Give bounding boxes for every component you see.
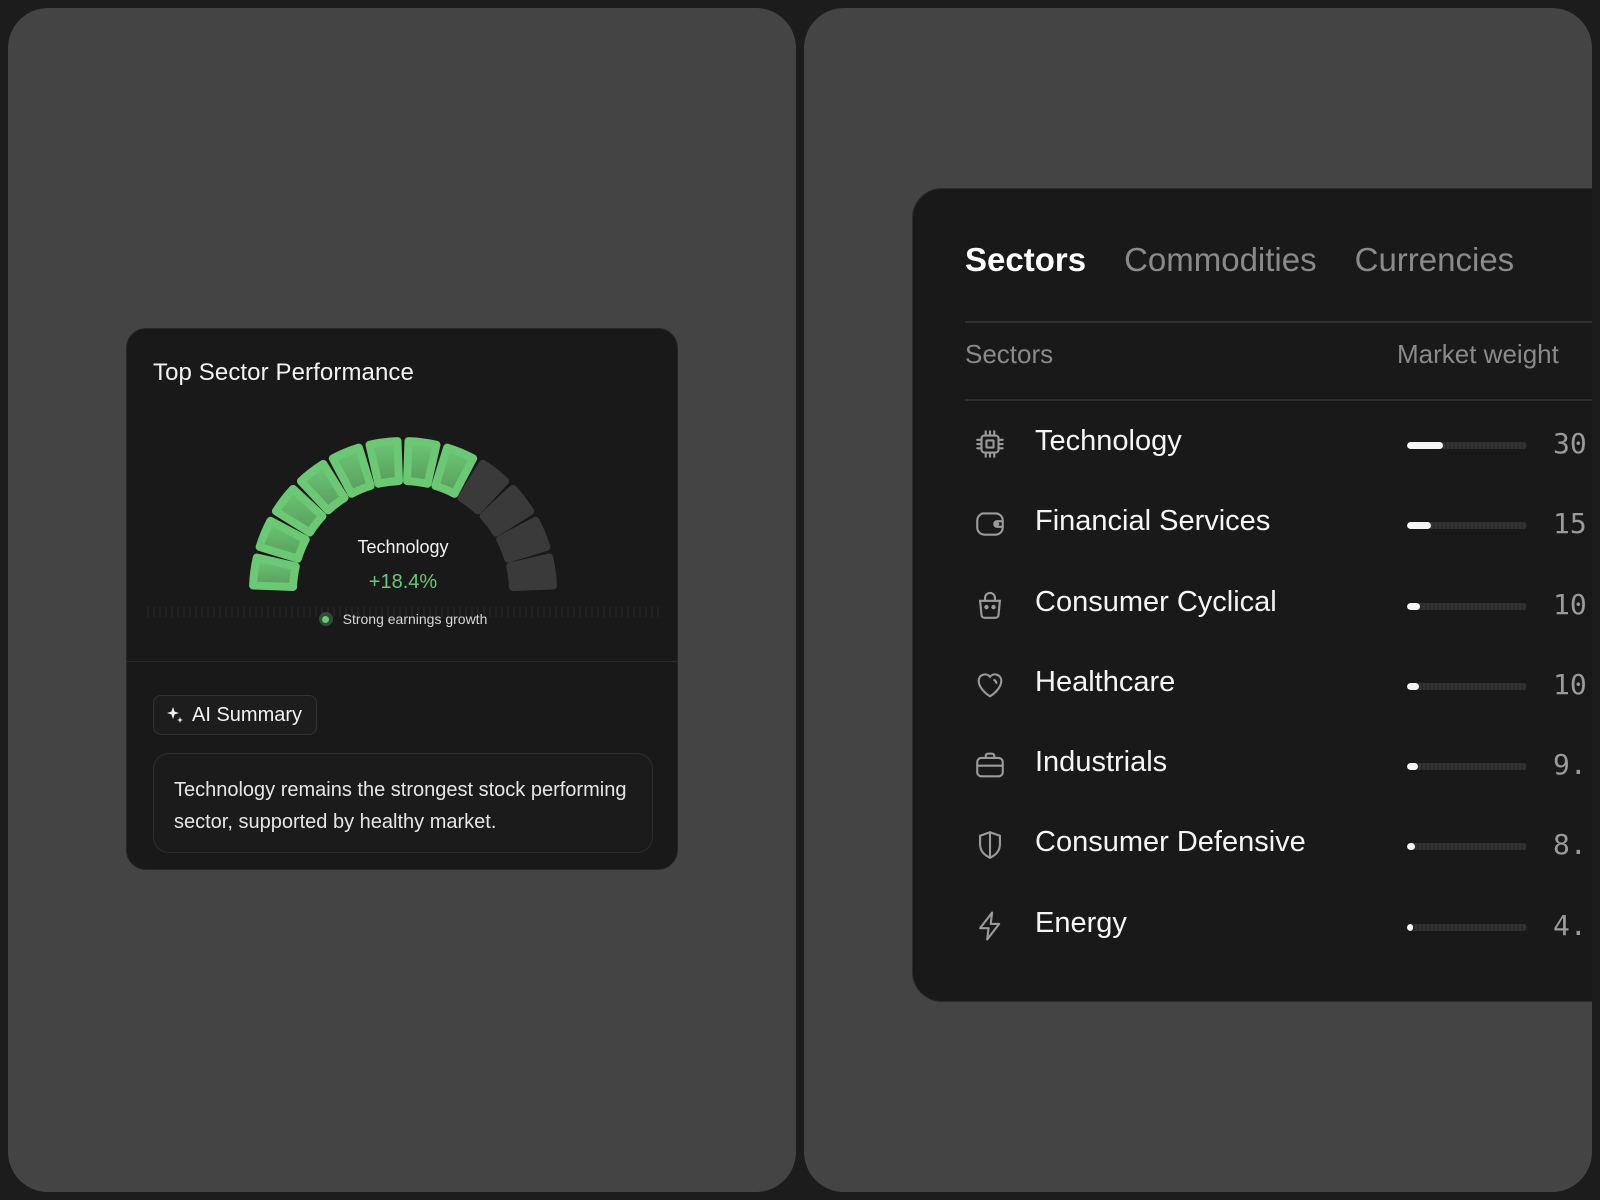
ai-summary-text: Technology remains the strongest stock p… bbox=[153, 753, 653, 853]
weight-bar-fill bbox=[1407, 843, 1416, 851]
wallet-icon bbox=[973, 507, 1007, 541]
sector-name: Financial Services bbox=[1035, 505, 1271, 538]
sector-row-technology[interactable]: Technology 30 bbox=[965, 417, 1592, 497]
column-header-sectors[interactable]: Sectors bbox=[965, 339, 1053, 370]
status-dot-icon bbox=[318, 612, 333, 626]
weight-value: 9. bbox=[1553, 748, 1587, 782]
sector-name: Consumer Cyclical bbox=[1035, 585, 1277, 618]
sector-name: Technology bbox=[1035, 425, 1182, 457]
weight-bar bbox=[1407, 923, 1527, 931]
right-panel: Sectors Commodities Currencies Sectors M… bbox=[804, 8, 1592, 1192]
weight-bar-fill bbox=[1407, 923, 1413, 931]
sector-row-financial-services[interactable]: Financial Services 15 bbox=[965, 497, 1592, 577]
gauge-change-value: +18.4% bbox=[368, 571, 438, 593]
weight-bar bbox=[1407, 682, 1527, 690]
tabs-divider bbox=[965, 321, 1592, 323]
header-divider bbox=[965, 399, 1592, 401]
tab-currencies[interactable]: Currencies bbox=[1355, 241, 1515, 279]
sector-list: Technology 30 Financial Services 15 Cons… bbox=[965, 417, 1592, 979]
card-title: Top Sector Performance bbox=[153, 359, 414, 386]
weight-value: 10 bbox=[1553, 587, 1587, 621]
sector-name: Healthcare bbox=[1035, 665, 1176, 698]
shield-icon bbox=[973, 828, 1007, 862]
weight-bar bbox=[1407, 763, 1527, 771]
weight-value: 15 bbox=[1553, 507, 1587, 541]
weight-bar bbox=[1407, 843, 1527, 851]
weight-value: 8. bbox=[1553, 828, 1587, 862]
sector-name: Energy bbox=[1035, 906, 1127, 939]
column-header-market-weight[interactable]: Market weight bbox=[1397, 339, 1559, 370]
sector-row-consumer-cyclical[interactable]: Consumer Cyclical 10 bbox=[965, 578, 1592, 658]
weight-bar-fill bbox=[1407, 763, 1418, 771]
sector-row-energy[interactable]: Energy 4. bbox=[965, 899, 1592, 979]
left-panel: Technology +18.4% Strong earnings growth… bbox=[8, 8, 796, 1192]
heart-icon bbox=[973, 668, 1007, 702]
top-sector-performance-card: Technology +18.4% Strong earnings growth… bbox=[126, 328, 678, 870]
tab-bar: Sectors Commodities Currencies bbox=[965, 241, 1514, 279]
lightning-icon bbox=[973, 909, 1007, 943]
weight-bar-fill bbox=[1407, 682, 1419, 690]
weight-bar-fill bbox=[1407, 522, 1431, 530]
gauge-note: Strong earnings growth bbox=[127, 611, 677, 627]
weight-bar-fill bbox=[1407, 442, 1443, 449]
weight-bar bbox=[1407, 442, 1527, 449]
sector-row-industrials[interactable]: Industrials 9. bbox=[965, 738, 1592, 818]
market-overview-card: Sectors Commodities Currencies Sectors M… bbox=[912, 188, 1592, 1002]
weight-bar bbox=[1407, 522, 1527, 530]
sector-row-healthcare[interactable]: Healthcare 10 bbox=[965, 658, 1592, 738]
sector-row-consumer-defensive[interactable]: Consumer Defensive 8. bbox=[965, 818, 1592, 898]
ai-summary-button[interactable]: AI Summary bbox=[153, 695, 318, 735]
sector-name: Consumer Defensive bbox=[1035, 826, 1306, 859]
tab-sectors[interactable]: Sectors bbox=[965, 241, 1086, 279]
gauge-segment bbox=[365, 437, 403, 488]
shopping-bag-icon bbox=[973, 588, 1007, 622]
sparkle-icon bbox=[166, 706, 184, 724]
chip-icon bbox=[973, 427, 1007, 461]
ai-summary-label: AI Summary bbox=[192, 703, 303, 726]
weight-value: 30 bbox=[1553, 427, 1587, 460]
weight-value: 10 bbox=[1553, 667, 1587, 701]
divider bbox=[127, 661, 677, 662]
weight-value: 4. bbox=[1553, 908, 1587, 942]
weight-bar-fill bbox=[1407, 602, 1421, 610]
tab-commodities[interactable]: Commodities bbox=[1124, 241, 1317, 279]
sector-name: Industrials bbox=[1035, 746, 1168, 779]
gauge-sector-label: Technology bbox=[357, 537, 449, 557]
briefcase-icon bbox=[973, 748, 1007, 782]
gauge-segment bbox=[403, 437, 441, 488]
weight-bar bbox=[1407, 602, 1527, 610]
gauge-note-text: Strong earnings growth bbox=[342, 611, 488, 627]
